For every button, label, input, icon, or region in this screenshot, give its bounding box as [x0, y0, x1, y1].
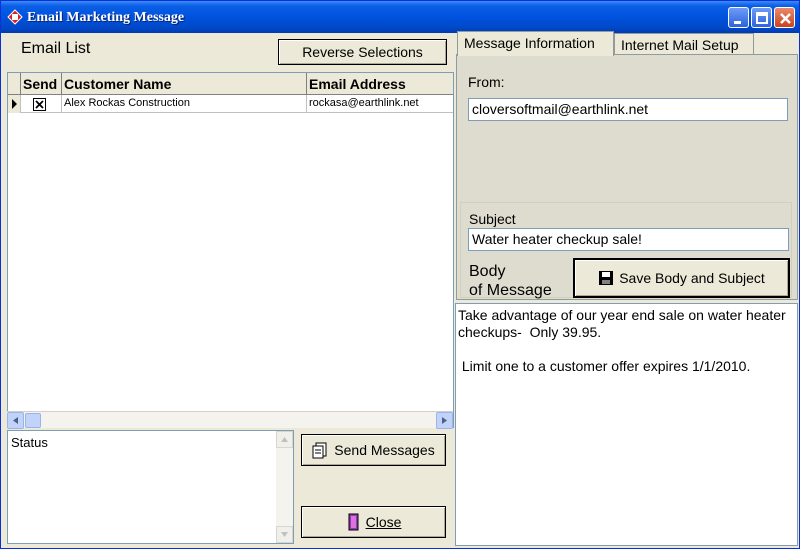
save-body-subject-label: Save Body and Subject	[619, 270, 765, 286]
scroll-thumb[interactable]	[25, 413, 41, 428]
column-header-customer-name[interactable]: Customer Name	[62, 73, 307, 95]
email-list-label: Email List	[21, 40, 91, 57]
email-list-grid[interactable]: Send Customer Name Email Address Alex Ro…	[7, 72, 454, 428]
save-disk-icon	[599, 271, 614, 285]
table-row[interactable]: Alex Rockas Construction rockasa@earthli…	[8, 95, 453, 113]
row-header-corner	[8, 73, 21, 95]
window-body: Email List Reverse Selections Send Custo…	[2, 31, 799, 548]
column-header-send[interactable]: Send	[21, 73, 62, 95]
title-bar[interactable]: Email Marketing Message	[1, 1, 799, 33]
arrow-down-icon	[281, 532, 288, 537]
tab-message-information[interactable]: Message Information	[457, 31, 614, 56]
arrow-left-icon	[13, 417, 18, 424]
send-messages-label: Send Messages	[334, 442, 435, 458]
checkmark-icon	[35, 100, 44, 109]
status-scrollbar[interactable]	[276, 431, 293, 543]
scroll-down-button[interactable]	[276, 526, 293, 543]
from-field[interactable]: cloversoftmail@earthlink.net	[468, 98, 788, 121]
tab-internet-mail-setup[interactable]: Internet Mail Setup	[614, 33, 754, 55]
close-window-button[interactable]	[774, 7, 795, 28]
row-selector[interactable]	[8, 95, 21, 113]
save-body-subject-button[interactable]: Save Body and Subject	[573, 258, 790, 298]
message-body-textarea[interactable]: Take advantage of our year end sale on w…	[455, 303, 798, 546]
customer-name-cell[interactable]: Alex Rockas Construction	[62, 95, 307, 113]
status-box[interactable]: Status	[7, 430, 294, 544]
subject-group: Subject Water heater checkup sale! Body …	[460, 202, 792, 300]
body-of-message-label: Body of Message	[469, 262, 552, 300]
main-window: Email Marketing Message Email List Rever…	[0, 0, 800, 549]
reverse-selections-button[interactable]: Reverse Selections	[278, 39, 447, 65]
grid-header: Send Customer Name Email Address	[8, 73, 453, 95]
email-address-cell[interactable]: rockasa@earthlink.net	[307, 95, 453, 113]
app-icon	[7, 9, 23, 25]
minimize-button[interactable]	[728, 7, 749, 28]
body-label-line1: Body	[469, 263, 506, 280]
status-label: Status	[11, 435, 48, 450]
scroll-right-button[interactable]	[436, 412, 453, 429]
row-pointer-icon	[12, 99, 17, 109]
body-label-line2: of Message	[469, 282, 552, 299]
tabs-area: Message Information Internet Mail Setup …	[455, 31, 799, 303]
send-messages-button[interactable]: Send Messages	[301, 434, 446, 466]
scroll-up-button[interactable]	[276, 431, 293, 448]
door-exit-icon	[348, 513, 359, 531]
maximize-icon	[756, 12, 768, 24]
from-label: From:	[468, 74, 505, 90]
subject-field[interactable]: Water heater checkup sale!	[468, 228, 789, 251]
close-button-label: Close	[365, 514, 402, 530]
send-messages-icon	[312, 442, 327, 459]
horizontal-scrollbar[interactable]	[7, 411, 453, 429]
window-title: Email Marketing Message	[27, 10, 185, 25]
arrow-right-icon	[442, 417, 447, 424]
scroll-left-button[interactable]	[7, 412, 24, 429]
maximize-button[interactable]	[751, 7, 772, 28]
column-header-email-address[interactable]: Email Address	[307, 73, 453, 95]
close-button[interactable]: Close	[301, 506, 446, 538]
message-information-panel: From: cloversoftmail@earthlink.net Subje…	[456, 54, 798, 300]
close-icon	[780, 13, 791, 24]
send-cell[interactable]	[21, 95, 62, 113]
subject-label: Subject	[469, 211, 516, 227]
send-checkbox[interactable]	[33, 98, 46, 111]
arrow-up-icon	[281, 437, 288, 442]
minimize-icon	[734, 21, 741, 24]
